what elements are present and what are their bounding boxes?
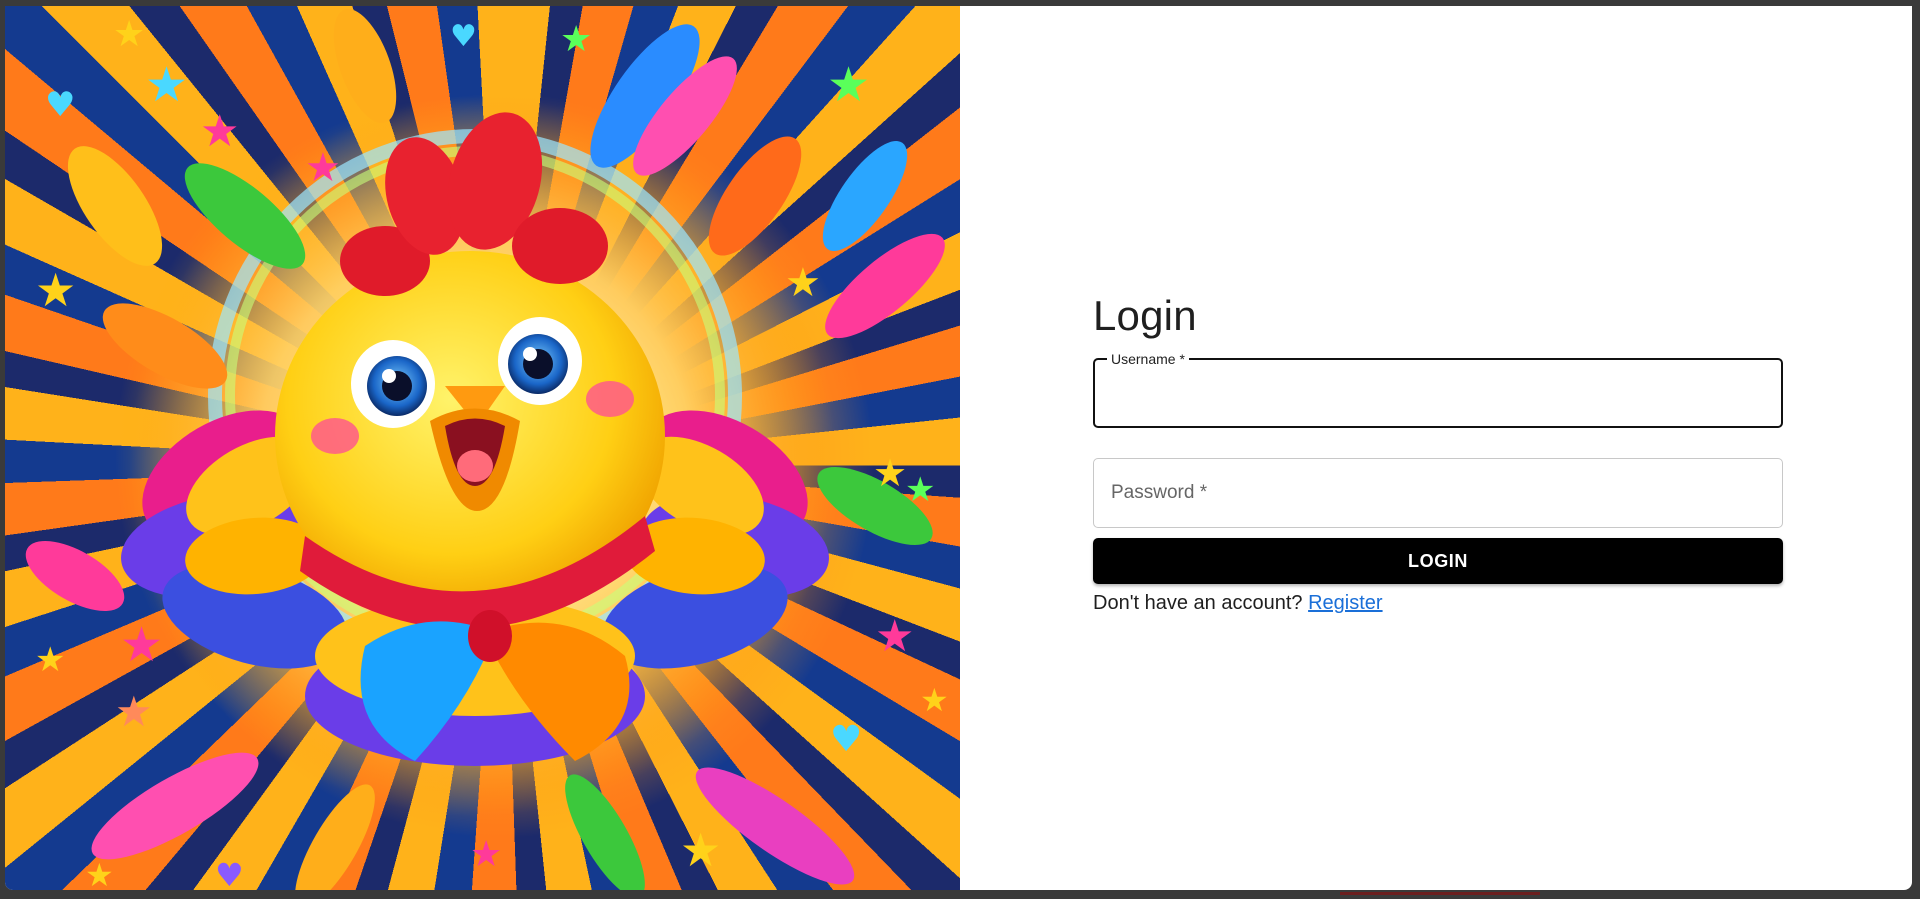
svg-text:★: ★ — [827, 57, 870, 113]
svg-text:★: ★ — [305, 145, 341, 191]
svg-text:★: ★ — [120, 617, 163, 673]
register-row: Don't have an account? Register — [1093, 590, 1783, 616]
svg-text:♥: ♥ — [215, 856, 244, 890]
svg-text:★: ★ — [115, 687, 153, 736]
app-window: ★ ★ ★ ★ ★ ★ ★ ★ ★ ★ ★ ★ ★ ★ ★ ★ ★ ★ ♥ ♥ … — [5, 6, 1912, 890]
username-field[interactable]: Username * — [1093, 350, 1783, 428]
svg-text:★: ★ — [85, 856, 114, 890]
svg-text:♥: ♥ — [830, 719, 862, 760]
svg-text:★: ★ — [35, 640, 65, 680]
svg-text:★: ★ — [200, 106, 239, 157]
password-input[interactable] — [1094, 459, 1782, 527]
svg-text:★: ★ — [145, 57, 188, 113]
password-field[interactable]: Password * — [1093, 458, 1783, 528]
hero-illustration: ★ ★ ★ ★ ★ ★ ★ ★ ★ ★ ★ ★ ★ ★ ★ ★ ★ ★ ♥ ♥ … — [5, 6, 960, 890]
username-input[interactable] — [1095, 360, 1781, 426]
svg-text:★: ★ — [875, 611, 914, 662]
svg-text:★: ★ — [873, 451, 907, 495]
login-button[interactable]: LOGIN — [1093, 538, 1783, 584]
svg-text:★: ★ — [470, 834, 502, 875]
svg-text:★: ★ — [785, 260, 821, 306]
svg-text:★: ★ — [113, 14, 145, 55]
taskbar-accent — [1340, 892, 1540, 895]
chick-illustration: ★ ★ ★ ★ ★ ★ ★ ★ ★ ★ ★ ★ ★ ★ ★ ★ ★ ★ ♥ ♥ … — [25, 8, 949, 890]
register-link[interactable]: Register — [1308, 592, 1382, 614]
page-title: Login — [1093, 292, 1197, 339]
svg-text:★: ★ — [35, 263, 76, 317]
login-form: Login Username * Password * LOGIN Don't … — [1093, 286, 1783, 616]
register-prompt: Don't have an account? — [1093, 592, 1303, 614]
svg-text:★: ★ — [920, 681, 949, 719]
svg-text:★: ★ — [905, 470, 935, 510]
svg-text:♥: ♥ — [45, 85, 75, 125]
svg-text:♥: ♥ — [450, 19, 477, 54]
svg-text:★: ★ — [560, 19, 592, 60]
svg-text:★: ★ — [680, 823, 721, 877]
taskbar-strip — [0, 890, 1920, 899]
